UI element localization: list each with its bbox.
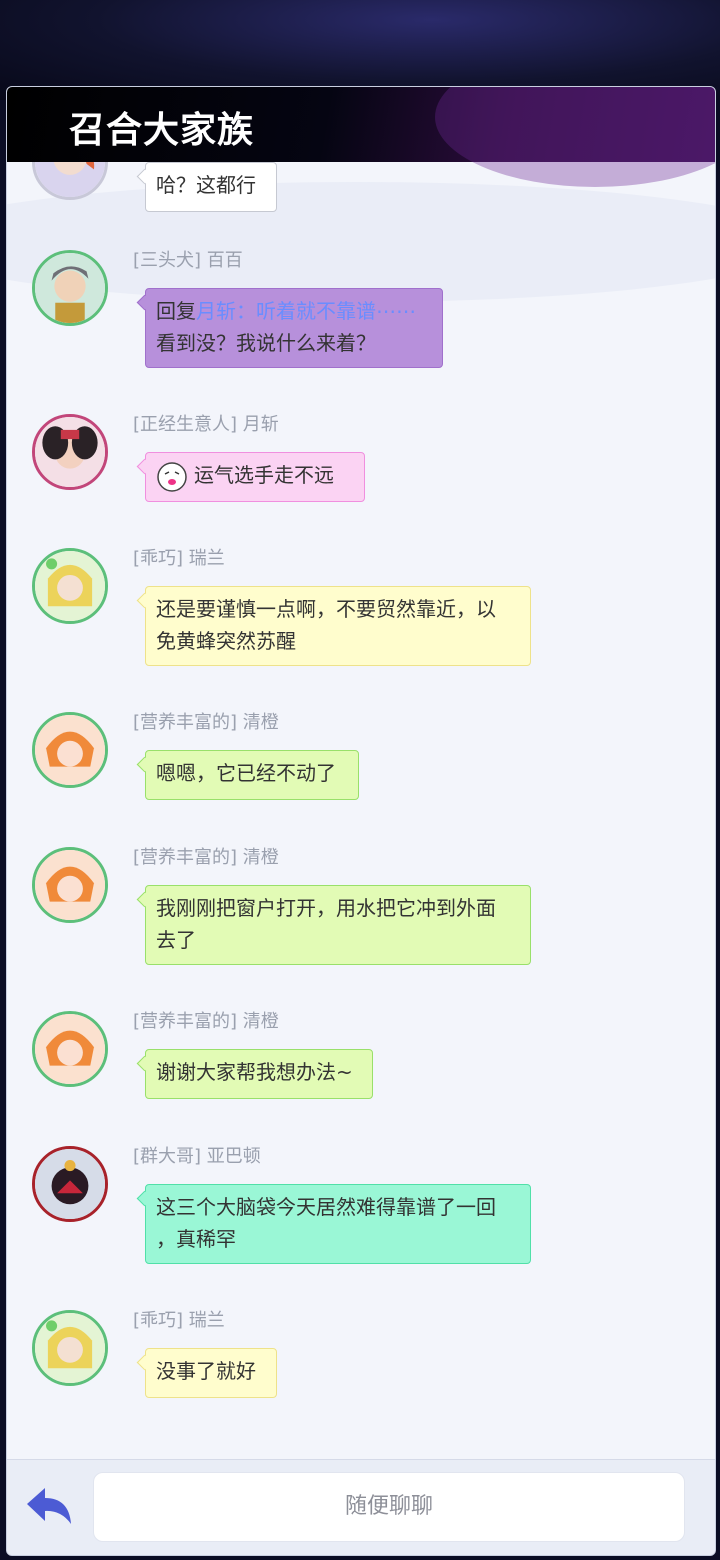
avatar[interactable] xyxy=(32,1011,108,1087)
message-list[interactable]: 哈？这都行 [三头犬] 百百 回复月斩：听着就不靠谱⋯⋯ 看到没？我说什么来着？… xyxy=(7,162,715,1459)
message-bubble: 谢谢大家帮我想办法~ xyxy=(145,1049,373,1099)
message-bubble: 我刚刚把窗户打开，用水把它冲到外面 去了 xyxy=(145,885,531,965)
sender-name: [正经生意人] 月斩 xyxy=(133,414,279,435)
message-bubble: 还是要谨慎一点啊，不要贸然靠近，以 免黄蜂突然苏醒 xyxy=(145,586,531,666)
sender-name: [群大哥] 亚巴顿 xyxy=(133,1146,261,1167)
chat-input[interactable]: 随便聊聊 xyxy=(93,1472,685,1542)
message-text-line: 这三个大脑袋今天居然难得靠谱了一回 xyxy=(156,1195,496,1219)
message-text-line: 去了 xyxy=(156,928,196,952)
reply-quote[interactable]: 月斩：听着就不靠谱⋯⋯ xyxy=(196,299,416,323)
page-title: 召合大家族 xyxy=(69,109,255,151)
avatar[interactable] xyxy=(32,1310,108,1386)
sender-name: [营养丰富的] 清橙 xyxy=(133,712,279,733)
message-text-line: 免黄蜂突然苏醒 xyxy=(156,629,296,653)
message-bubble: 回复月斩：听着就不靠谱⋯⋯ 看到没？我说什么来着？ xyxy=(145,288,443,368)
sender-name: [营养丰富的] 清橙 xyxy=(133,847,279,868)
avatar[interactable] xyxy=(32,414,108,490)
message-text-line: 还是要谨慎一点啊，不要贸然靠近，以 xyxy=(156,597,496,621)
sender-name: [三头犬] 百百 xyxy=(133,250,243,271)
message-text: 运气选手走不远 xyxy=(194,463,334,487)
message-bubble: 嗯嗯，它已经不动了 xyxy=(145,750,359,800)
message-bubble: 没事了就好 xyxy=(145,1348,277,1398)
message-bubble: 哈？这都行 xyxy=(145,162,277,212)
message-bubble: 这三个大脑袋今天居然难得靠谱了一回 ，真稀罕 xyxy=(145,1184,531,1264)
reply-line: 回复月斩：听着就不靠谱⋯⋯ xyxy=(156,295,432,327)
chat-footer: 随便聊聊 xyxy=(7,1459,715,1555)
sender-name: [乖巧] 瑞兰 xyxy=(133,1310,225,1331)
avatar[interactable] xyxy=(32,847,108,923)
sender-name: [乖巧] 瑞兰 xyxy=(133,548,225,569)
message-text: 谢谢大家帮我想办法~ xyxy=(156,1060,353,1084)
background-wave xyxy=(7,182,715,302)
chat-panel: 召合大家族 哈？这都行 [三头犬] 百百 回复月斩：听着就不靠谱⋯⋯ 看到没？我… xyxy=(6,86,716,1556)
message-text-line: 我刚刚把窗户打开，用水把它冲到外面 xyxy=(156,896,496,920)
sender-name: [营养丰富的] 清橙 xyxy=(133,1011,279,1032)
header: 召合大家族 xyxy=(7,87,715,187)
message-text-line: ，真稀罕 xyxy=(156,1227,236,1251)
message-bubble: 运气选手走不远 xyxy=(145,452,365,502)
message-text: 没事了就好 xyxy=(156,1359,256,1383)
message-text: 看到没？我说什么来着？ xyxy=(156,331,376,355)
avatar[interactable] xyxy=(32,250,108,326)
background xyxy=(0,0,720,100)
back-arrow-icon[interactable] xyxy=(23,1484,75,1532)
sick-face-emoji-icon xyxy=(156,461,188,493)
message-text: 哈？这都行 xyxy=(156,173,256,197)
avatar[interactable] xyxy=(32,712,108,788)
avatar[interactable] xyxy=(32,1146,108,1222)
avatar[interactable] xyxy=(32,548,108,624)
reply-prefix: 回复 xyxy=(156,299,196,323)
message-text: 嗯嗯，它已经不动了 xyxy=(156,761,336,785)
